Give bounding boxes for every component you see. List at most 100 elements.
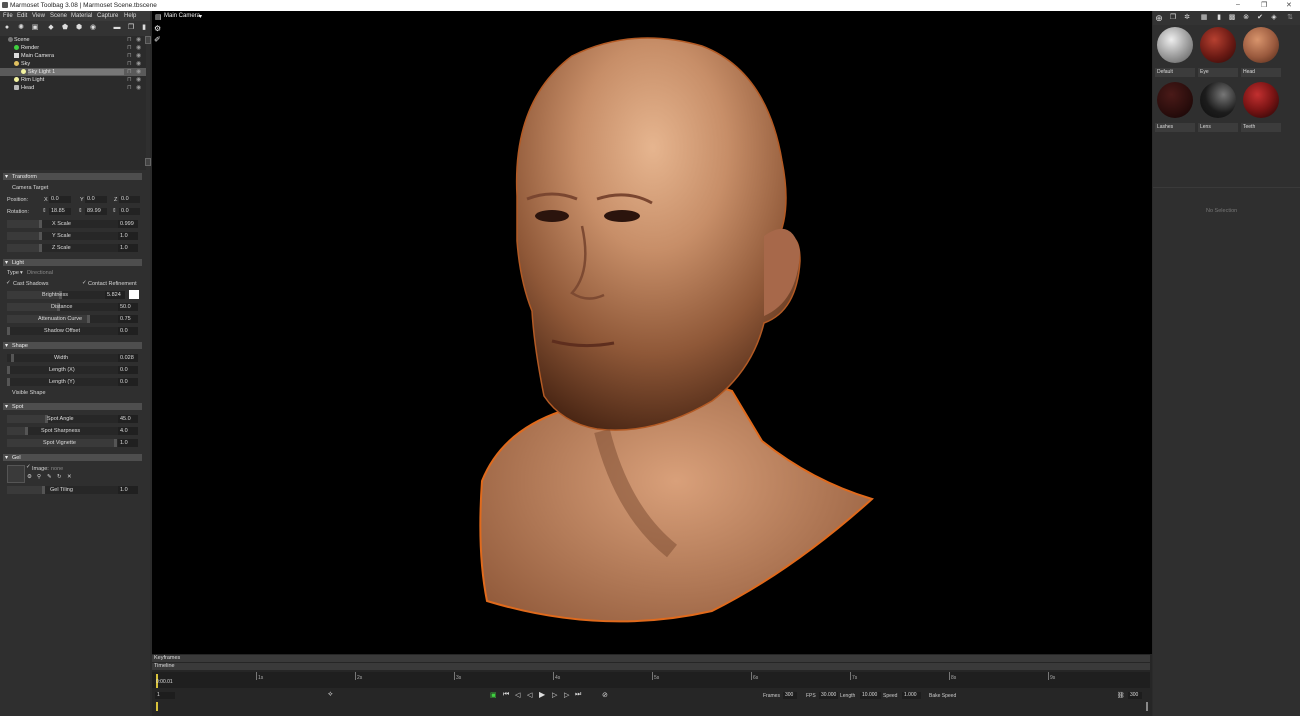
timeline-ruler[interactable]: 0:00.01 1s 2s 3s 4s 5s 6s 7s 8s 9s	[152, 672, 1150, 688]
attenuation-curve-slider[interactable]: Attenuation Curve 0.75	[7, 315, 138, 323]
spot-angle-slider[interactable]: Spot Angle 45.0	[7, 415, 138, 423]
slider-value[interactable]: 1.0	[118, 232, 138, 240]
lock-icon[interactable]: ⊓	[127, 52, 132, 59]
play-icon[interactable]: ▶	[539, 690, 545, 699]
slider-handle[interactable]	[114, 439, 117, 447]
slider-value[interactable]: 4.0	[118, 427, 138, 435]
menu-capture[interactable]: Capture	[97, 13, 118, 19]
eye-icon[interactable]: ◉	[136, 44, 141, 51]
duplicate-material-icon[interactable]: ❐	[1169, 14, 1177, 22]
sort-icon[interactable]: ⇅	[1286, 14, 1294, 22]
camera-target-button[interactable]: Camera Target	[12, 185, 48, 191]
material-settings-icon[interactable]: ✲	[1183, 14, 1191, 22]
shadow-offset-slider[interactable]: Shadow Offset 0.0	[7, 327, 138, 335]
slider-value[interactable]: 0.999	[118, 220, 138, 228]
slider-value[interactable]: 5.824	[105, 291, 125, 299]
timeline-header[interactable]: Timeline	[152, 663, 1150, 670]
menu-edit[interactable]: Edit	[17, 13, 27, 19]
camera-selector[interactable]: Main Camera	[164, 13, 200, 19]
light-color-swatch[interactable]	[129, 290, 139, 299]
slider-handle[interactable]	[11, 354, 14, 362]
x-scale-slider[interactable]: X Scale 0.999	[7, 220, 138, 228]
tree-item-sky-light-1[interactable]: Sky Light 1 ⊓ ◉	[0, 68, 146, 76]
step-back-icon[interactable]: ◁	[527, 691, 532, 699]
slider-handle[interactable]	[42, 486, 45, 494]
slider-handle[interactable]	[39, 244, 42, 252]
rotation-z-field[interactable]: 0.0	[119, 208, 140, 215]
lock-icon[interactable]: ⊓	[127, 84, 132, 91]
type-dropdown-arrow-icon[interactable]: ▾	[20, 270, 23, 276]
gel-tiling-slider[interactable]: Gel Tiling 1.0	[7, 486, 138, 494]
menu-scene[interactable]: Scene	[50, 13, 67, 19]
material-grid-icon[interactable]: ▩	[1228, 14, 1236, 22]
material-tile-lens[interactable]: Lens	[1198, 80, 1238, 132]
position-x-field[interactable]: 0.0	[49, 196, 71, 203]
menu-help[interactable]: Help	[124, 13, 136, 19]
slider-handle[interactable]	[7, 366, 10, 374]
lock-icon[interactable]: ⊓	[127, 60, 132, 67]
duplicate-icon[interactable]: ❐	[127, 24, 135, 32]
add-turntable-icon[interactable]: ⬢	[75, 24, 83, 32]
slider-handle[interactable]	[7, 327, 10, 335]
fps-field[interactable]: 30.000	[819, 692, 838, 699]
close-button[interactable]: ✕	[1286, 1, 1292, 9]
tree-item-head[interactable]: Head ⊓ ◉	[0, 84, 146, 92]
slider-handle[interactable]	[87, 315, 90, 323]
gel-edit-icon[interactable]: ✎	[47, 474, 52, 480]
position-z-field[interactable]: 0.0	[119, 196, 140, 203]
chevron-down-icon[interactable]: ▾	[199, 13, 202, 20]
gel-reload-icon[interactable]: ↻	[57, 474, 62, 480]
step-forward-icon[interactable]: ▷	[552, 691, 557, 699]
end-frame-field[interactable]: 300	[1128, 692, 1142, 699]
skip-start-icon[interactable]: ⏮	[503, 691, 509, 699]
menu-view[interactable]: View	[32, 13, 45, 19]
tree-item-scene[interactable]: Scene ⊓ ◉	[0, 36, 146, 44]
z-scale-slider[interactable]: Z Scale 1.0	[7, 244, 138, 252]
length-x-slider[interactable]: Length (X) 0.0	[7, 366, 138, 374]
record-icon[interactable]: ⊘	[602, 691, 608, 699]
range-start-marker[interactable]	[156, 702, 158, 711]
material-tile-lashes[interactable]: Lashes	[1155, 80, 1195, 132]
frames-field[interactable]: 300	[783, 692, 797, 699]
shape-header[interactable]: ▾ Shape	[3, 342, 142, 349]
slider-value[interactable]: 1.0	[118, 244, 138, 252]
width-slider[interactable]: Width 0.028	[7, 354, 138, 362]
keyframes-header[interactable]: Keyframes	[152, 655, 1150, 662]
lock-icon[interactable]: ⊓	[127, 36, 132, 43]
slider-value[interactable]: 0.75	[118, 315, 138, 323]
slider-value[interactable]: 50.0	[118, 303, 138, 311]
prev-frame-icon[interactable]: ◁	[515, 691, 520, 699]
add-object-icon[interactable]: ●	[3, 24, 11, 32]
loop-icon[interactable]: ▣	[490, 691, 497, 699]
gel-image-thumbnail[interactable]	[7, 465, 25, 483]
folder-icon[interactable]: ▬	[113, 24, 121, 32]
close-material-icon[interactable]: ⊗	[1242, 14, 1250, 22]
slider-value[interactable]: 0.0	[118, 327, 138, 335]
type-dropdown[interactable]: Directional	[27, 270, 53, 276]
lock-icon[interactable]: ⊓	[127, 68, 132, 75]
rotation-y-field[interactable]: 89.99	[85, 208, 107, 215]
tree-item-render[interactable]: Render ⊓ ◉	[0, 44, 146, 52]
spot-header[interactable]: ▾ Spot	[3, 403, 142, 410]
eye-icon[interactable]: ◉	[136, 84, 141, 91]
eye-icon[interactable]: ◉	[136, 76, 141, 83]
speed-field[interactable]: 1.000	[902, 692, 921, 699]
slider-value[interactable]: 0.0	[118, 378, 138, 386]
skip-end-icon[interactable]: ⏭	[575, 691, 581, 699]
menu-material[interactable]: Material	[71, 13, 92, 19]
slider-value[interactable]: 0.028	[118, 354, 138, 362]
paint-material-icon[interactable]: ◈	[1270, 14, 1278, 22]
cast-shadows-check-icon[interactable]: ✓	[6, 280, 11, 286]
lock-icon[interactable]: ⊓	[127, 76, 132, 83]
rotation-x-field[interactable]: 18.85	[49, 208, 71, 215]
y-scale-slider[interactable]: Y Scale 1.0	[7, 232, 138, 240]
maximize-button[interactable]: ❐	[1261, 1, 1267, 9]
gel-settings-icon[interactable]: ⚙	[27, 474, 32, 480]
tree-item-sky[interactable]: Sky ⊓ ◉	[0, 60, 146, 68]
delete-material-icon[interactable]: ▮	[1215, 14, 1223, 22]
length-field[interactable]: 10.000	[860, 692, 881, 699]
slider-handle[interactable]	[39, 220, 42, 228]
spot-sharpness-slider[interactable]: Spot Sharpness 4.0	[7, 427, 138, 435]
camera-view-icon[interactable]: ▤	[155, 13, 162, 21]
brightness-slider[interactable]: Brightness 5.824	[7, 291, 125, 299]
